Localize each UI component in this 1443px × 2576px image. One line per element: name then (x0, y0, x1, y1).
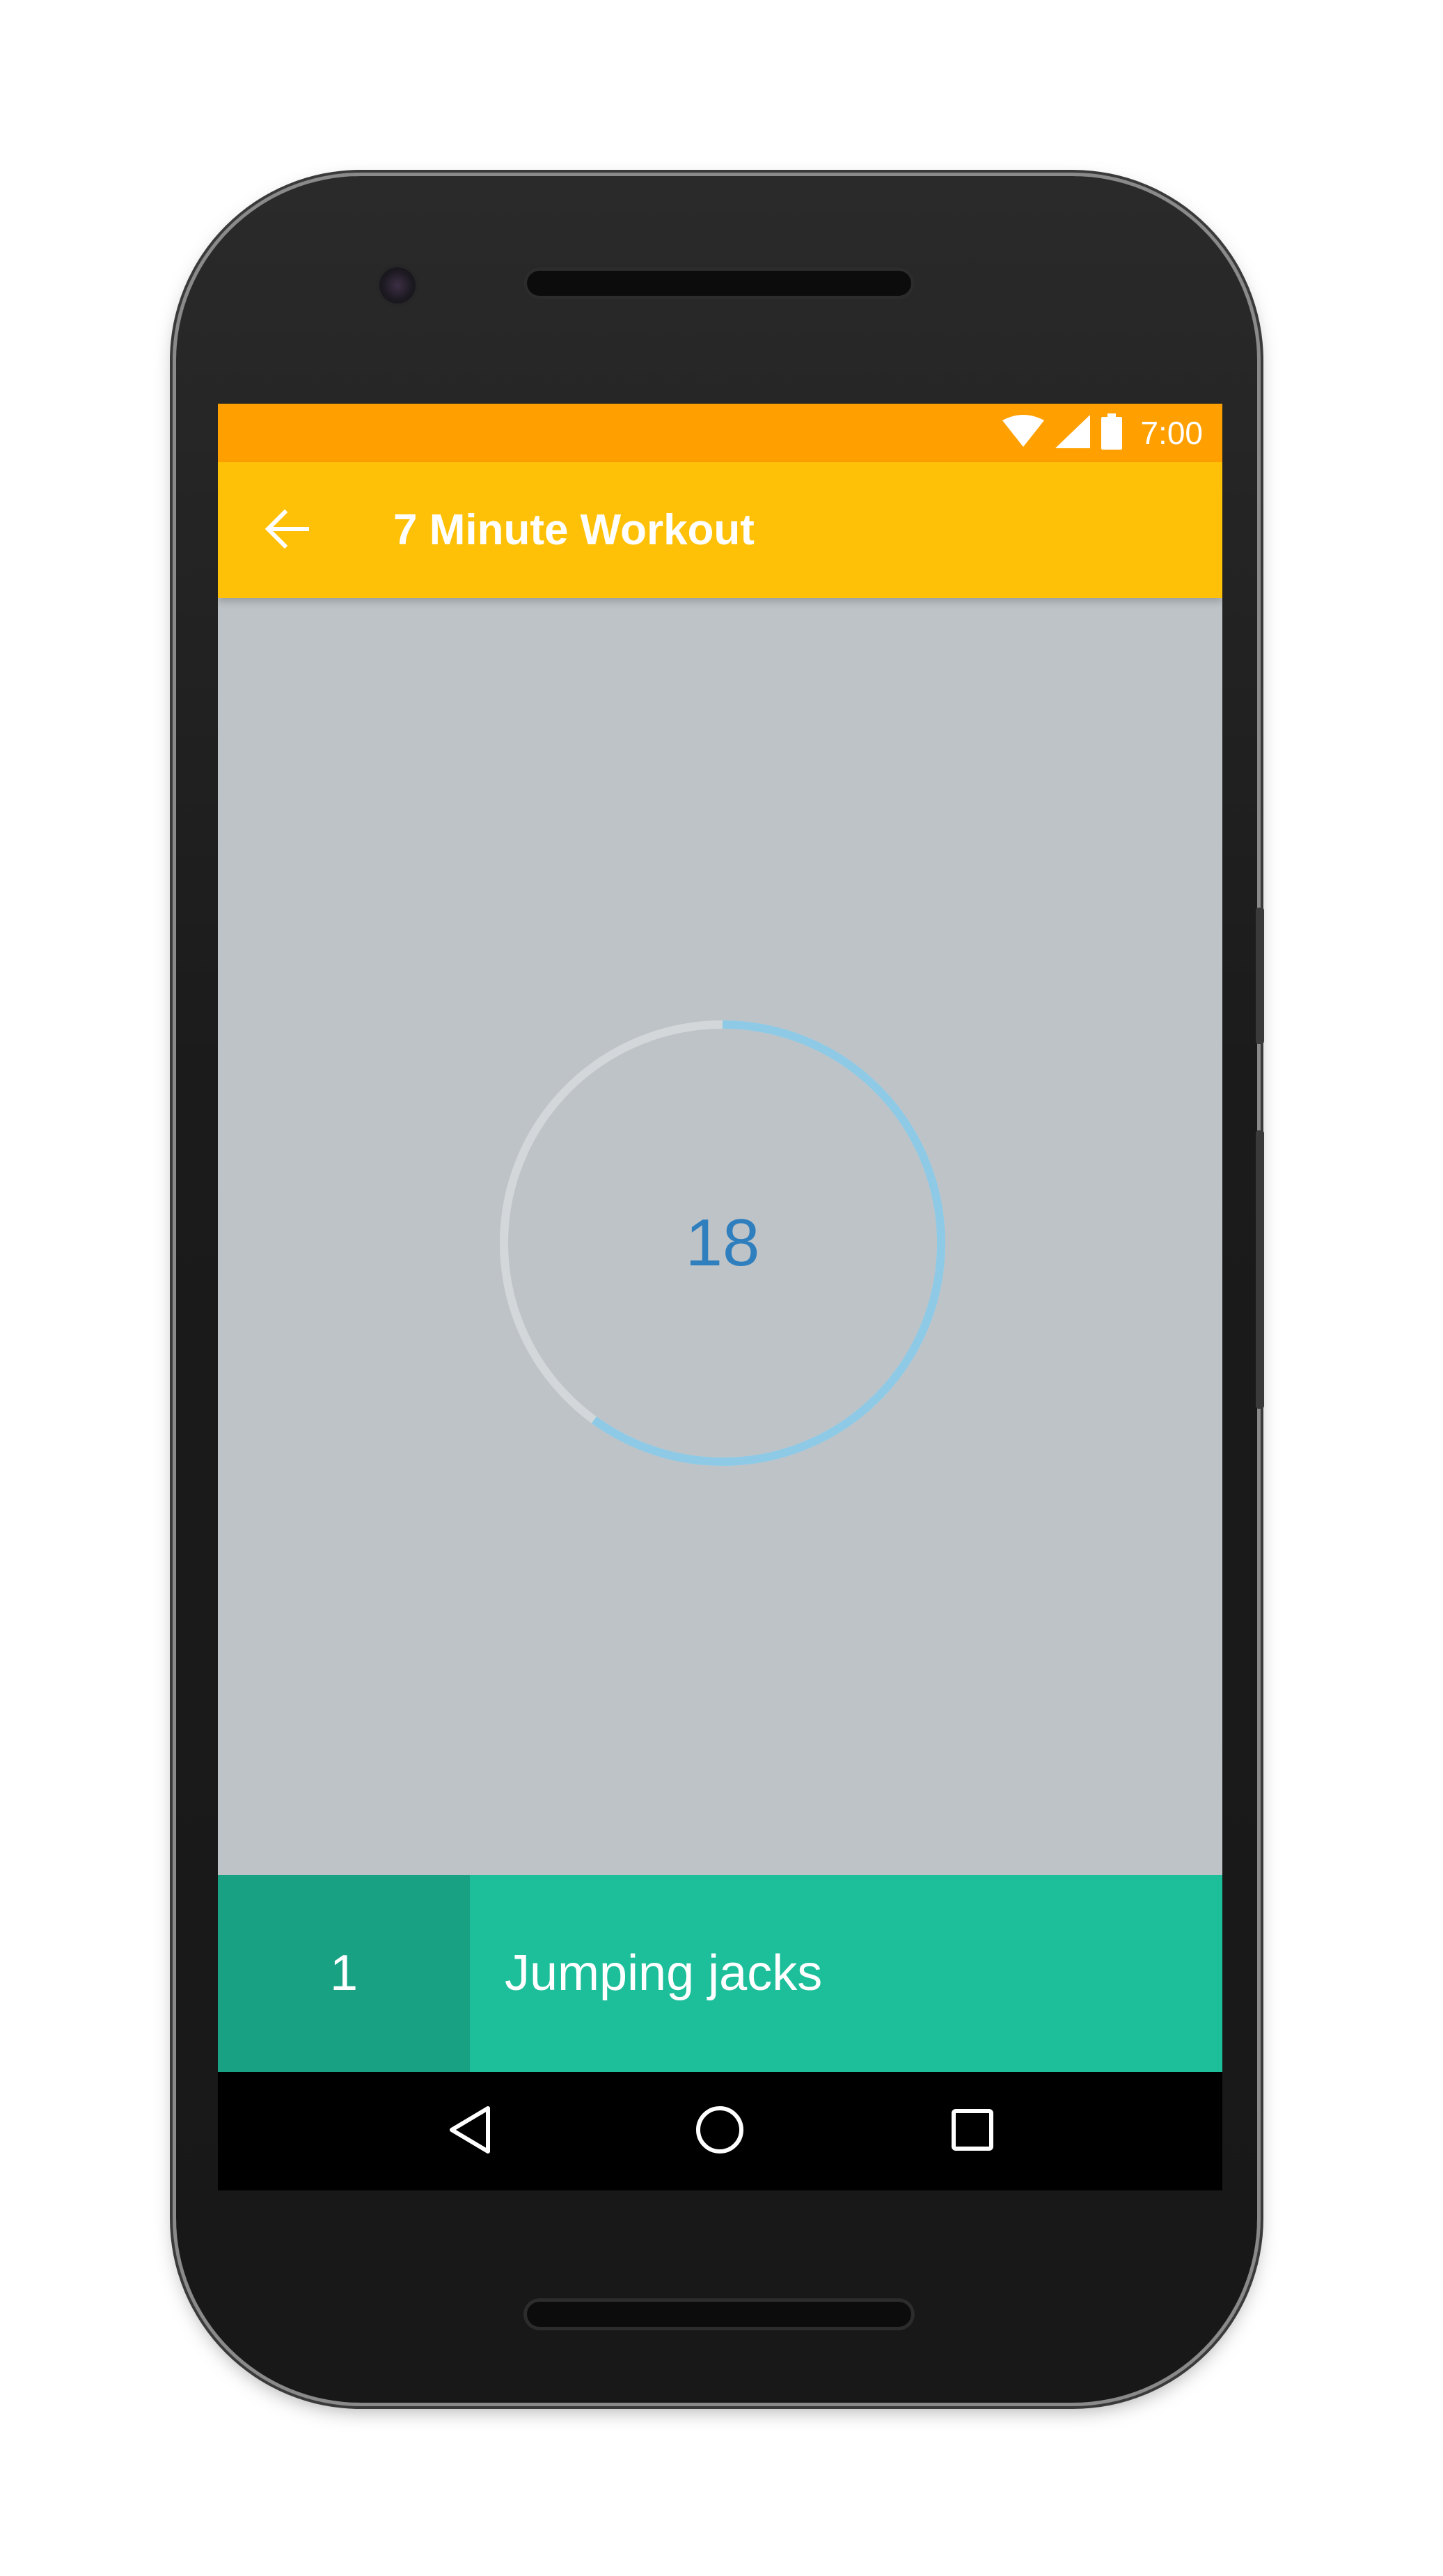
workout-content: 18 (218, 598, 1222, 1875)
status-time: 7:00 (1140, 415, 1203, 451)
nav-recents-button[interactable] (931, 2089, 1014, 2173)
page: 7:00 7 Minute Workout 18 1 Jumping jacks (0, 0, 1443, 2576)
page-title: 7 Minute Workout (393, 506, 755, 554)
volume-button (1256, 1130, 1264, 1409)
countdown-timer: 18 (493, 1013, 952, 1473)
exercise-name: Jumping jacks (505, 1945, 823, 2001)
exercise-number-box: 1 (218, 1875, 470, 2072)
bottom-speaker (523, 2298, 915, 2330)
timer-value: 18 (685, 1206, 760, 1280)
status-icons: 7:00 (1002, 404, 1203, 462)
arrow-back-icon (265, 509, 310, 552)
status-bar: 7:00 (218, 404, 1222, 462)
power-button (1256, 908, 1264, 1044)
nav-back-button[interactable] (429, 2089, 512, 2173)
back-triangle-icon (446, 2104, 495, 2159)
current-exercise-bar: 1 Jumping jacks (218, 1875, 1222, 2072)
battery-icon (1101, 413, 1123, 453)
app-bar: 7 Minute Workout (218, 462, 1222, 598)
screen: 7:00 7 Minute Workout 18 1 Jumping jacks (218, 404, 1222, 2190)
recents-square-icon (950, 2108, 995, 2156)
front-camera (379, 267, 416, 303)
navigation-bar (218, 2072, 1222, 2190)
signal-icon (1055, 414, 1091, 452)
home-circle-icon (694, 2104, 746, 2159)
nav-home-button[interactable] (678, 2089, 762, 2173)
top-speaker (523, 267, 915, 299)
exercise-number: 1 (329, 1945, 358, 2001)
wifi-icon (1002, 414, 1045, 452)
back-button[interactable] (253, 496, 322, 565)
